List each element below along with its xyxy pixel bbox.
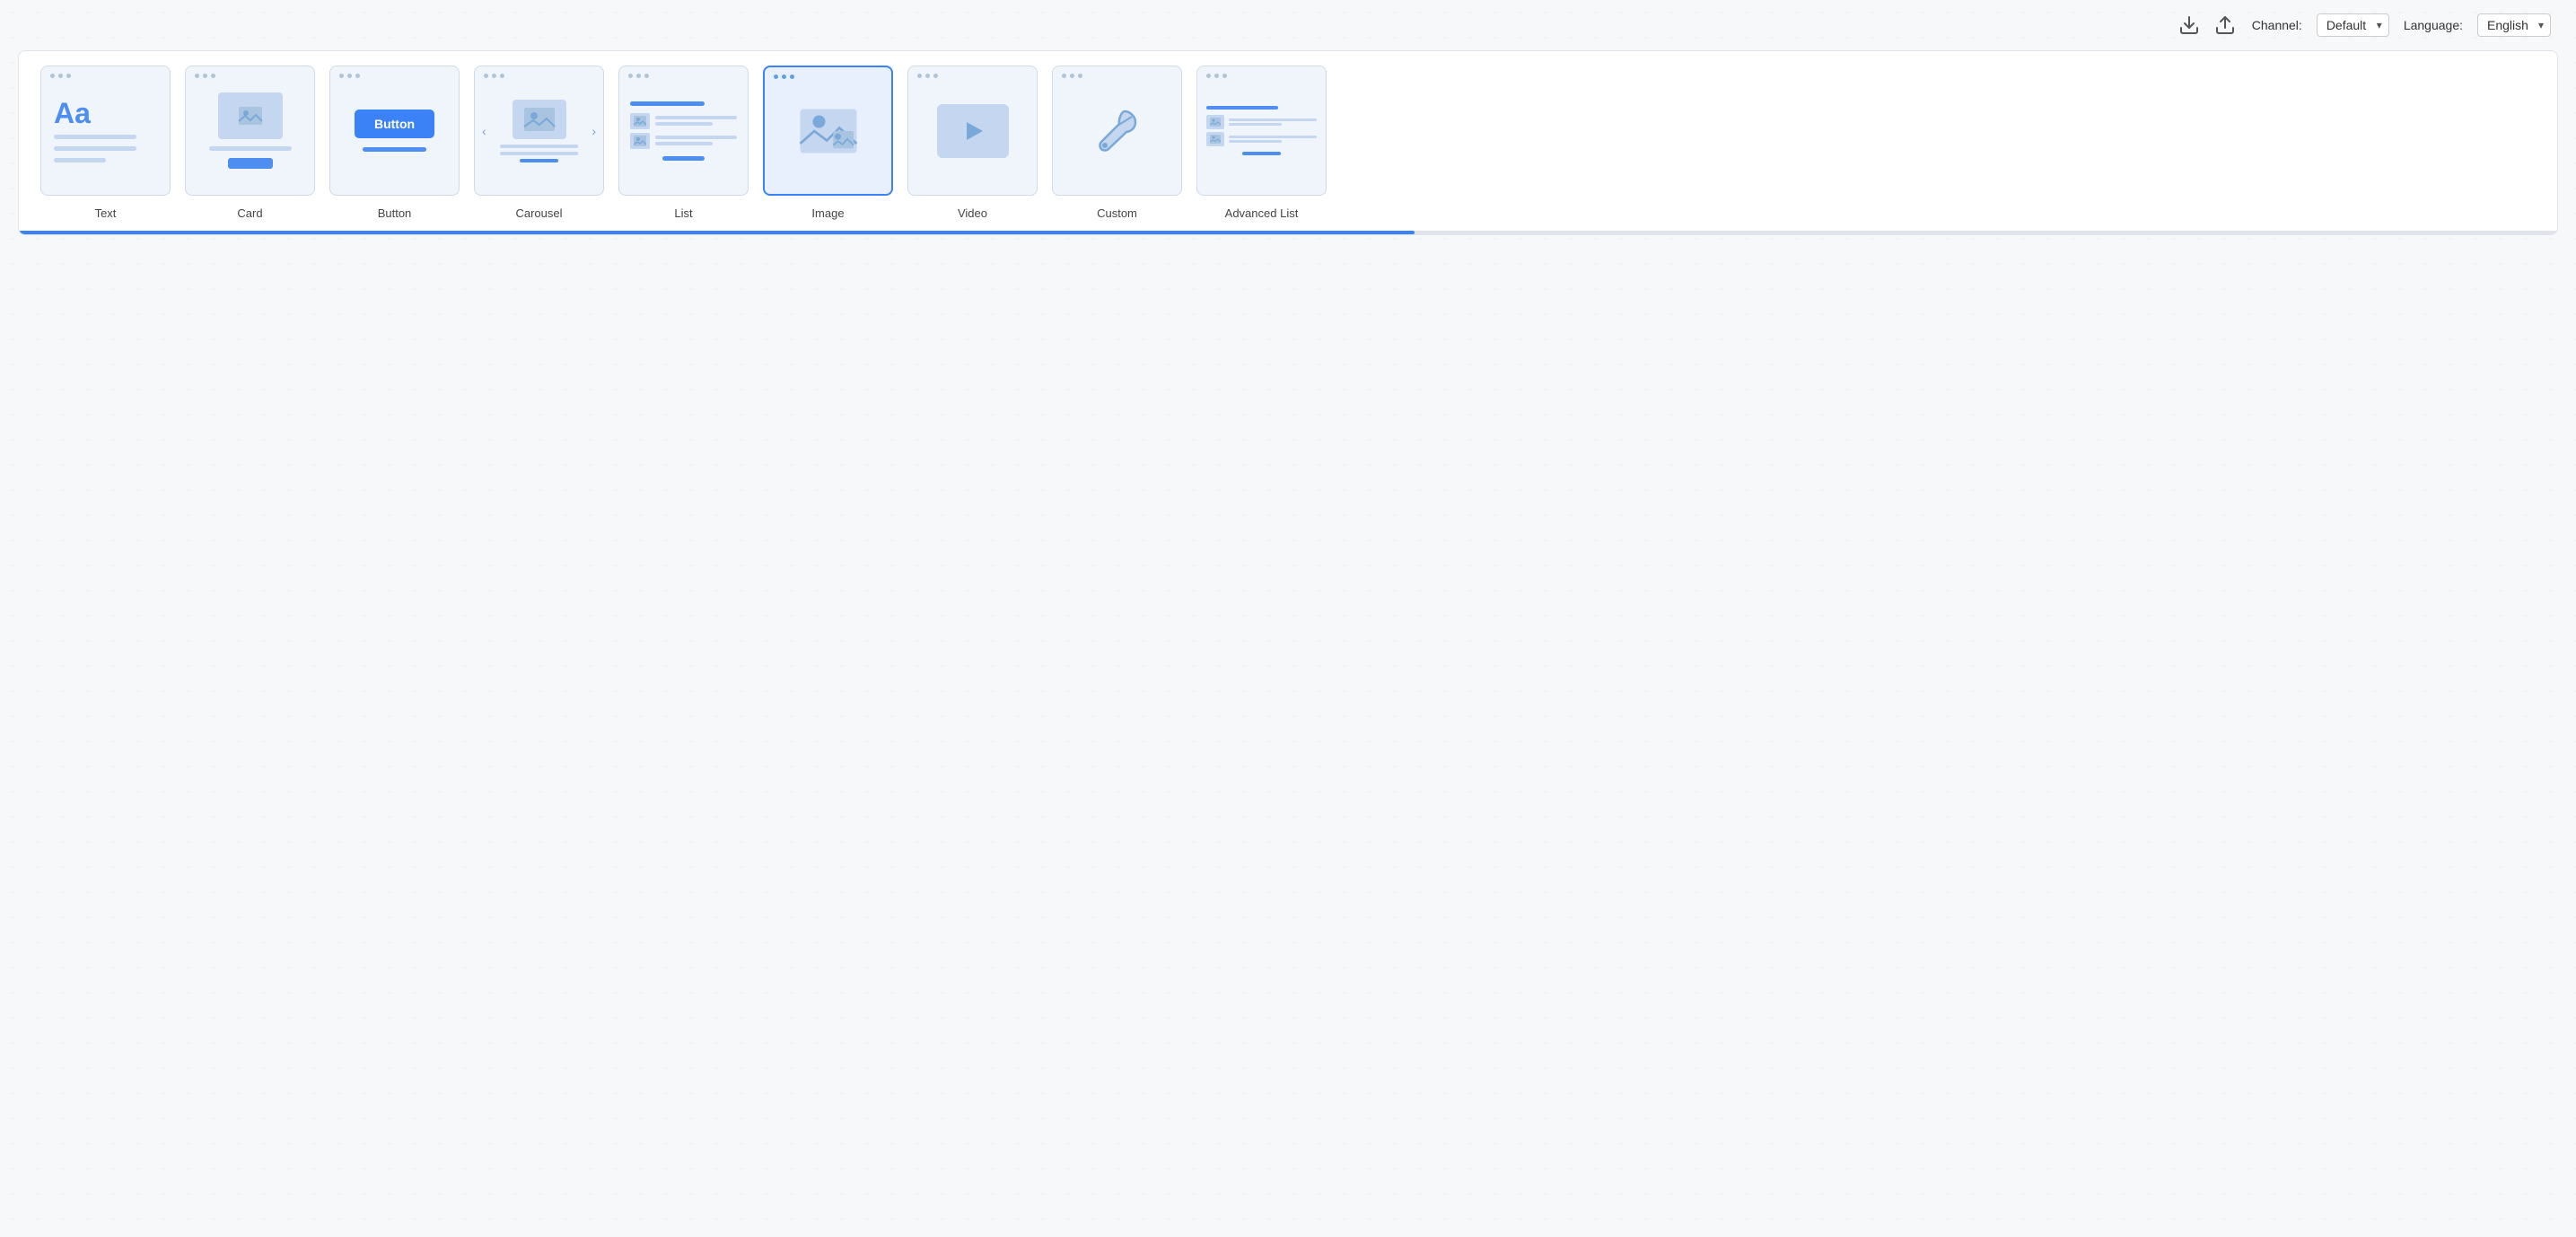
widget-label-card: Card xyxy=(237,206,262,220)
channel-select-wrapper[interactable]: Default xyxy=(2317,13,2389,37)
card-dots-custom xyxy=(1062,74,1082,78)
card-dots-card xyxy=(195,74,215,78)
widget-item-video[interactable]: Video xyxy=(900,66,1045,220)
card-dots-image xyxy=(774,75,794,79)
card-dots-video xyxy=(917,74,938,78)
toolbar-actions xyxy=(2177,13,2238,38)
widget-label-image: Image xyxy=(811,206,844,220)
widget-card-list[interactable] xyxy=(618,66,749,196)
widget-item-card[interactable]: Card xyxy=(178,66,322,220)
widget-item-advanced-list[interactable]: Advanced List xyxy=(1189,66,1334,220)
language-select[interactable]: English xyxy=(2477,13,2551,37)
widget-label-carousel: Carousel xyxy=(515,206,562,220)
widget-card-card[interactable] xyxy=(185,66,315,196)
widget-label-custom: Custom xyxy=(1097,206,1137,220)
toolbar: Channel: Default Language: English xyxy=(0,0,2576,50)
text-widget-preview: Aa xyxy=(41,81,170,180)
widget-label-list: List xyxy=(674,206,692,220)
widget-strip-container: Aa Text xyxy=(18,50,2558,235)
scrollbar-track[interactable] xyxy=(19,231,2557,234)
widget-card-video[interactable] xyxy=(907,66,1038,196)
video-widget-preview xyxy=(908,66,1037,195)
language-select-wrapper[interactable]: English xyxy=(2477,13,2551,37)
upload-button[interactable] xyxy=(2212,13,2238,38)
widget-card-custom[interactable] xyxy=(1052,66,1182,196)
custom-widget-preview xyxy=(1053,66,1181,195)
widget-card-advanced-list[interactable] xyxy=(1196,66,1327,196)
channel-select[interactable]: Default xyxy=(2317,13,2389,37)
card-dots-list xyxy=(628,74,649,78)
button-widget-preview: Button xyxy=(330,66,459,195)
card-dots-advanced-list xyxy=(1206,74,1227,78)
widget-card-text[interactable]: Aa xyxy=(40,66,171,196)
language-label: Language: xyxy=(2404,18,2463,32)
widget-item-list[interactable]: List xyxy=(611,66,756,220)
widget-item-image[interactable]: image Image xyxy=(756,66,900,220)
card-widget-preview xyxy=(186,80,314,181)
download-button[interactable] xyxy=(2177,13,2202,38)
widget-card-carousel[interactable]: ‹ xyxy=(474,66,604,196)
widget-item-button[interactable]: Button Button xyxy=(322,66,467,220)
widget-label-advanced-list: Advanced List xyxy=(1225,206,1299,220)
widget-item-custom[interactable]: Custom xyxy=(1045,66,1189,220)
widget-label-video: Video xyxy=(958,206,987,220)
widget-label-button: Button xyxy=(378,206,412,220)
carousel-widget-preview: ‹ xyxy=(475,66,603,195)
scrollbar-thumb xyxy=(19,231,1415,234)
image-widget-preview xyxy=(765,67,891,194)
widget-label-text: Text xyxy=(95,206,117,220)
widget-card-button[interactable]: Button xyxy=(329,66,460,196)
widget-strip: Aa Text xyxy=(19,66,2557,231)
card-dots-button xyxy=(339,74,360,78)
widget-card-image[interactable]: image xyxy=(763,66,893,196)
channel-label: Channel: xyxy=(2252,18,2302,32)
widget-item-text[interactable]: Aa Text xyxy=(33,66,178,220)
card-dots-text xyxy=(50,74,71,78)
list-widget-preview xyxy=(619,89,748,173)
widget-item-carousel[interactable]: ‹ xyxy=(467,66,611,220)
advanced-list-widget-preview xyxy=(1197,93,1326,168)
